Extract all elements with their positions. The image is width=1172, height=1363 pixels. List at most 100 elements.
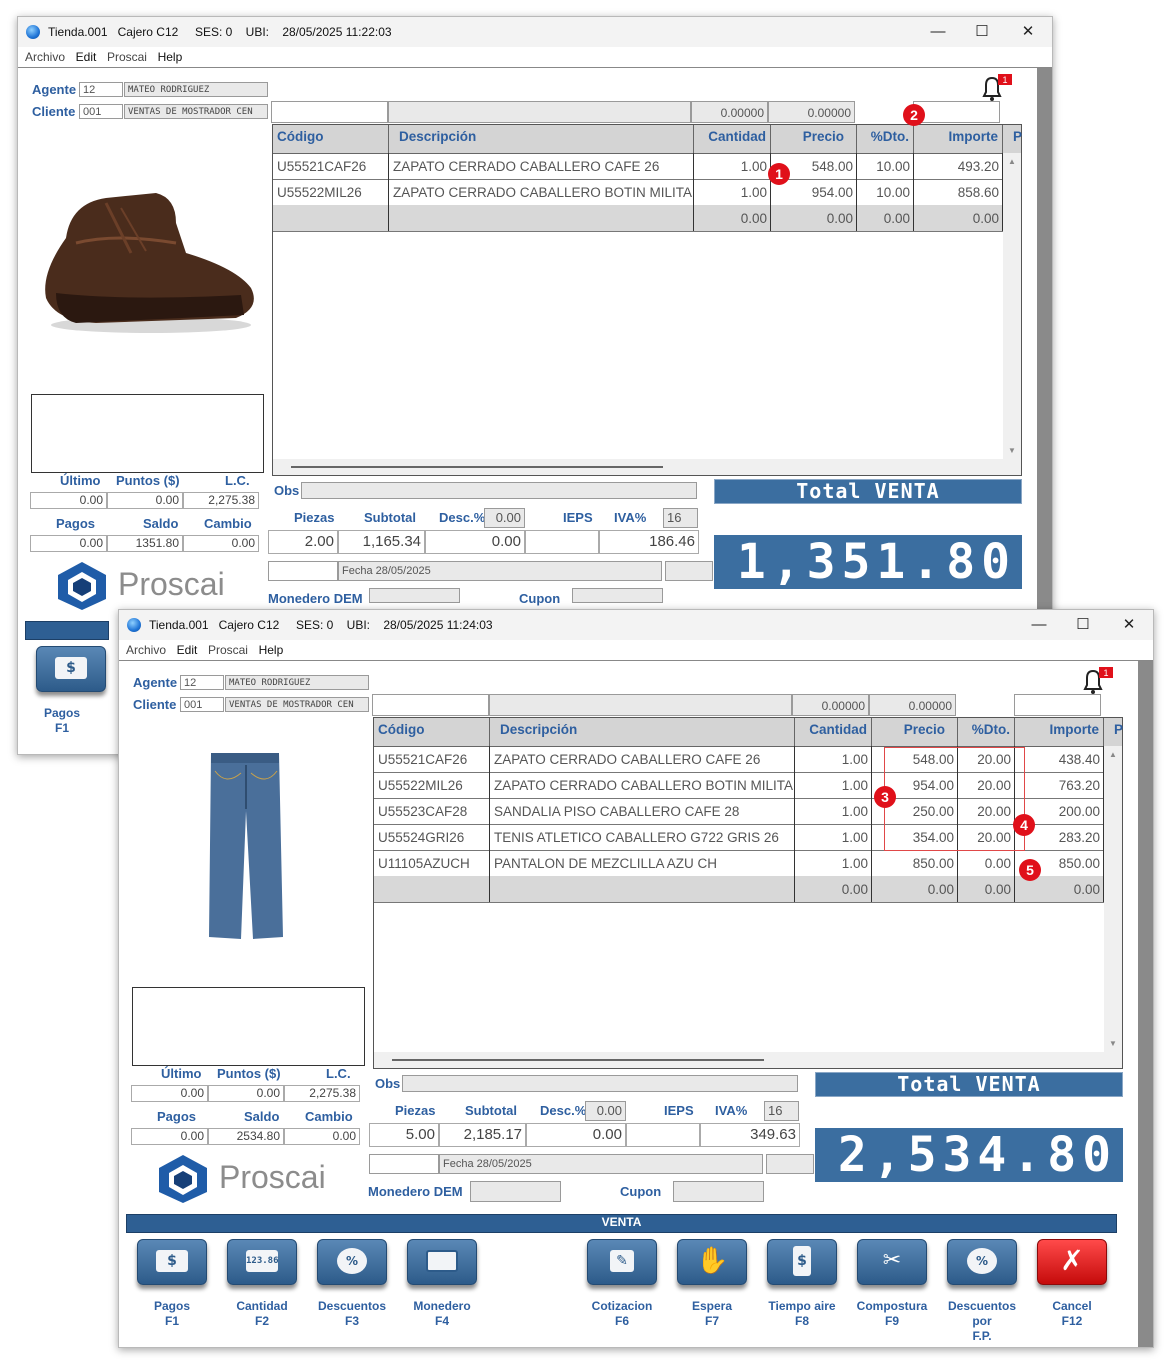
table-row[interactable]: U55522MIL26 ZAPATO CERRADO CABALLERO BOT… <box>273 179 1003 206</box>
title-bar: Tienda.001 Cajero C12 SES: 0 UBI: 28/05/… <box>18 17 1052 47</box>
menu-edit[interactable]: Edit <box>76 50 97 64</box>
scroll-thumb[interactable] <box>291 466 663 468</box>
monedero-field[interactable] <box>369 588 460 603</box>
monedero-field[interactable] <box>470 1181 561 1202</box>
cancel-button[interactable]: ✗ Cancel F12 <box>1027 1239 1107 1329</box>
side-strip <box>1037 68 1052 668</box>
table-row-empty[interactable]: 0.00 0.00 0.00 0.00 <box>374 876 1104 903</box>
agente-code[interactable]: 12 <box>180 675 224 690</box>
piezas-value: 5.00 <box>369 1123 439 1147</box>
cell-codigo: U55521CAF26 <box>273 153 389 179</box>
pagos-button[interactable]: $ Pagos F1 <box>127 1239 207 1329</box>
cliente-code[interactable]: 001 <box>180 697 224 712</box>
window-front: Tienda.001 Cajero C12 SES: 0 UBI: 28/05/… <box>118 609 1154 1348</box>
importe-field[interactable] <box>913 101 1000 123</box>
search-field[interactable] <box>271 101 388 123</box>
cupon-field[interactable] <box>572 588 663 603</box>
col-descripcion[interactable]: Descripción <box>389 125 694 153</box>
search-field[interactable] <box>372 694 489 716</box>
cliente-code[interactable]: 001 <box>79 104 123 119</box>
close-button[interactable]: ✕ <box>1010 21 1046 43</box>
col-precio[interactable]: Precio <box>771 125 857 153</box>
scroll-down-icon[interactable]: ▼ <box>1008 446 1016 455</box>
menu-help[interactable]: Help <box>158 50 183 64</box>
button-face: % <box>317 1239 387 1285</box>
menu-edit[interactable]: Edit <box>177 643 198 657</box>
col-p[interactable]: P <box>1003 125 1023 153</box>
cupon-field[interactable] <box>673 1181 764 1202</box>
button-caption: Cantidad F2 <box>217 1299 307 1329</box>
obs-field[interactable] <box>301 482 697 499</box>
bell-icon[interactable]: 1 <box>1077 667 1117 695</box>
annotation-5: 5 <box>1019 859 1041 881</box>
ultimo-value: 0.00 <box>131 1085 208 1102</box>
cantidad-button[interactable]: 123.86 Cantidad F2 <box>217 1239 297 1329</box>
obs-field[interactable] <box>402 1075 798 1092</box>
col-importe[interactable]: Importe <box>1015 718 1104 746</box>
scroll-up-icon[interactable]: ▲ <box>1109 750 1117 759</box>
col-codigo[interactable]: Código <box>273 125 389 153</box>
close-button[interactable]: ✕ <box>1111 614 1147 636</box>
col-p[interactable]: P <box>1104 718 1124 746</box>
col-cantidad[interactable]: Cantidad <box>795 718 872 746</box>
button-label: Cotizacion <box>591 1299 653 1313</box>
brand-name: Proscai <box>219 1159 326 1195</box>
cell-descripcion: ZAPATO CERRADO CABALLERO BOTIN MILITAR 2… <box>490 772 795 798</box>
col-codigo[interactable]: Código <box>374 718 490 746</box>
card-icon <box>426 1250 458 1272</box>
cotizacion-button[interactable]: ✎ Cotizacion F6 <box>577 1239 657 1329</box>
table-row[interactable]: U55521CAF26 ZAPATO CERRADO CABALLERO CAF… <box>273 153 1003 180</box>
button-face: $ <box>36 646 106 692</box>
espera-button[interactable]: ✋ Espera F7 <box>667 1239 747 1329</box>
title-bar: Tienda.001 Cajero C12 SES: 0 UBI: 28/05/… <box>119 610 1153 640</box>
col-dto[interactable]: %Dto. <box>857 125 914 153</box>
tiempo-aire-button[interactable]: $ Tiempo aire F8 <box>757 1239 837 1329</box>
button-face: ✎ <box>587 1239 657 1285</box>
maximize-button[interactable]: ☐ <box>1065 614 1101 636</box>
minimize-button[interactable]: — <box>920 21 956 43</box>
col-dto[interactable]: %Dto. <box>958 718 1015 746</box>
horizontal-scrollbar[interactable] <box>374 1052 1104 1068</box>
menu-proscai[interactable]: Proscai <box>107 50 147 64</box>
cambio-label: Cambio <box>204 516 252 531</box>
importe-field[interactable] <box>1014 694 1101 716</box>
button-caption: Descuentos por F.P. <box>937 1299 1027 1344</box>
horizontal-scrollbar[interactable] <box>273 459 1003 475</box>
scroll-up-icon[interactable]: ▲ <box>1008 157 1016 166</box>
bell-icon[interactable]: 1 <box>976 74 1016 102</box>
scroll-thumb[interactable] <box>392 1059 764 1061</box>
cell-importe: 858.60 <box>914 179 1003 205</box>
subtotal-value: 1,165.34 <box>338 530 425 554</box>
ieps-label: IEPS <box>664 1103 694 1118</box>
iva-label: IVA% <box>715 1103 748 1118</box>
col-precio[interactable]: Precio <box>872 718 958 746</box>
maximize-button[interactable]: ☐ <box>964 21 1000 43</box>
descuentos-button[interactable]: % Descuentos F3 <box>307 1239 387 1329</box>
puntos-value: 0.00 <box>107 492 183 509</box>
descuentos-fp-button[interactable]: % Descuentos por F.P. <box>937 1239 1017 1343</box>
col-descripcion[interactable]: Descripción <box>490 718 795 746</box>
table-row-empty[interactable]: 0.00 0.00 0.00 0.00 <box>273 205 1003 232</box>
col-cantidad[interactable]: Cantidad <box>694 125 771 153</box>
iva-label: IVA% <box>614 510 647 525</box>
monedero-button[interactable]: Monedero F4 <box>397 1239 477 1329</box>
agente-code[interactable]: 12 <box>79 82 123 97</box>
table-row[interactable]: U11105AZUCH PANTALON DE MEZCLILLA AZU CH… <box>374 850 1104 877</box>
scroll-down-icon[interactable]: ▼ <box>1109 1039 1117 1048</box>
minimize-button[interactable]: — <box>1021 614 1057 636</box>
description-filter <box>489 694 792 716</box>
button-caption: Compostura F9 <box>847 1299 937 1329</box>
button-label: Descuentos por <box>947 1299 1017 1328</box>
menu-help[interactable]: Help <box>259 643 284 657</box>
pagos-button[interactable]: $ Pagos F1 <box>26 646 106 736</box>
vertical-scrollbar[interactable]: ▲ ▼ <box>1104 746 1122 1068</box>
col-importe[interactable]: Importe <box>914 125 1003 153</box>
menu-archivo[interactable]: Archivo <box>25 50 65 64</box>
button-caption: Cancel F12 <box>1027 1299 1117 1329</box>
vertical-scrollbar[interactable]: ▲ ▼ <box>1003 153 1021 475</box>
cell-codigo: U55523CAF28 <box>374 798 490 824</box>
menu-archivo[interactable]: Archivo <box>126 643 166 657</box>
compostura-button[interactable]: ✂ Compostura F9 <box>847 1239 927 1329</box>
piezas-label: Piezas <box>294 510 335 525</box>
menu-proscai[interactable]: Proscai <box>208 643 248 657</box>
